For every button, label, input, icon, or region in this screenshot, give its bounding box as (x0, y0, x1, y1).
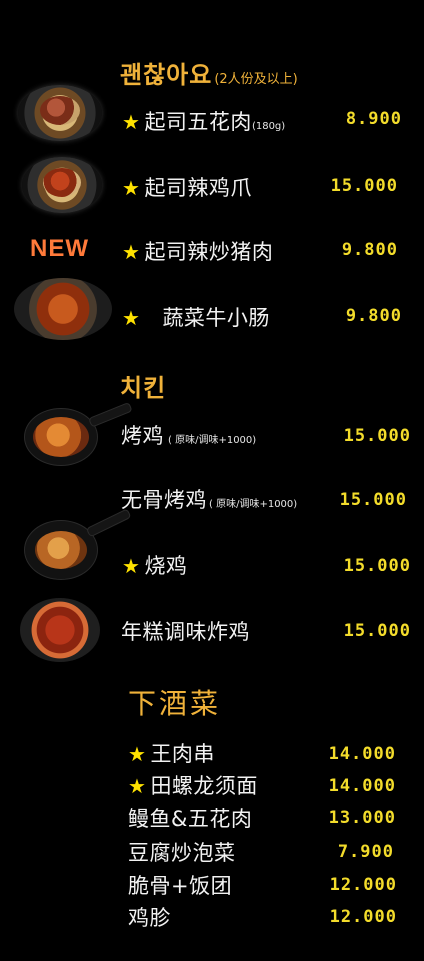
menu-item: 年糕调味炸鸡 (121, 616, 250, 646)
star-icon: ★ (122, 110, 141, 134)
menu-item: 鸡胗 (128, 902, 171, 932)
dish-image-beef-intestine (14, 278, 112, 340)
item-name: 起司辣鸡爪 (144, 176, 252, 200)
star-icon: ★ (122, 306, 141, 330)
item-name: 烧鸡 (144, 554, 188, 578)
menu-item: ★ 烧鸡 (122, 550, 187, 580)
item-name: 鸡胗 (128, 906, 171, 930)
item-name: 无骨烤鸡 (121, 488, 207, 512)
menu-item: 豆腐炒泡菜 (128, 837, 236, 867)
item-name: 年糕调味炸鸡 (121, 620, 250, 644)
item-name: 起司辣炒猪肉 (144, 240, 274, 264)
menu-item: ★ 王肉串 (128, 738, 215, 768)
item-price: 7.900 (337, 842, 394, 862)
section-subtitle: (2人份及以上) (214, 72, 298, 87)
star-icon: ★ (122, 554, 141, 578)
item-note: (180g) (251, 121, 286, 132)
dish-image-cheese-pork-belly (18, 85, 102, 141)
spoon-handle (85, 508, 132, 538)
item-price: 14.000 (328, 744, 396, 764)
item-price: 15.000 (343, 426, 411, 446)
section-title-text: 괜찮아요 (120, 61, 213, 89)
item-name: 豆腐炒泡菜 (128, 841, 236, 865)
new-badge: NEW (30, 235, 89, 262)
item-name: 蔬菜牛小肠 (162, 306, 270, 330)
item-price: 15.000 (343, 621, 411, 641)
item-name: 起司五花肉 (144, 110, 252, 134)
dish-image-rice-cake-fried-chicken (20, 598, 100, 662)
section-title-2: 치킨 (120, 374, 167, 402)
dish-image-cheese-chicken-feet (22, 157, 102, 213)
star-icon: ★ (128, 742, 147, 766)
item-price: 13.000 (328, 808, 396, 828)
star-icon: ★ (122, 176, 141, 200)
item-name: 烤鸡 (121, 424, 164, 448)
menu-item: ★ 起司辣鸡爪 (122, 172, 252, 202)
item-price: 15.000 (343, 556, 411, 576)
star-icon: ★ (122, 240, 141, 264)
item-price: 15.000 (330, 176, 398, 196)
item-name: 田螺龙须面 (150, 774, 258, 798)
menu-item: 鳗鱼&五花肉 (128, 803, 252, 833)
menu-item: ★ 起司五花肉(180g) (122, 106, 285, 136)
menu-item: ★ 起司辣炒猪肉 (122, 236, 273, 266)
item-price: 9.800 (345, 306, 402, 326)
menu-item: ★ 蔬菜牛小肠 (122, 302, 270, 332)
item-name: 鳗鱼&五花肉 (128, 807, 253, 831)
item-price: 14.000 (328, 776, 396, 796)
menu-item: 烤鸡 ( 原味/调味+1000) (121, 420, 256, 450)
menu-item: 脆骨+饭团 (128, 870, 232, 900)
item-price: 15.000 (339, 490, 407, 510)
menu-item: ★ 田螺龙须面 (128, 770, 258, 800)
section-title-3: 下酒菜 (128, 687, 222, 720)
item-price: 8.900 (345, 109, 402, 129)
item-name: 脆骨+饭团 (128, 874, 233, 898)
item-note: ( 原味/调味+1000) (168, 435, 257, 446)
item-price: 12.000 (329, 907, 397, 927)
section-title-1: 괜찮아요 (2人份及以上) (120, 55, 298, 90)
star-icon: ★ (128, 774, 147, 798)
item-price: 9.800 (341, 240, 398, 260)
item-name: 王肉串 (150, 742, 215, 766)
menu-item: 无骨烤鸡( 原味/调味+1000) (121, 484, 297, 514)
item-price: 12.000 (329, 875, 397, 895)
dish-image-roast-chicken (24, 408, 98, 466)
item-note: ( 原味/调味+1000) (209, 499, 298, 510)
